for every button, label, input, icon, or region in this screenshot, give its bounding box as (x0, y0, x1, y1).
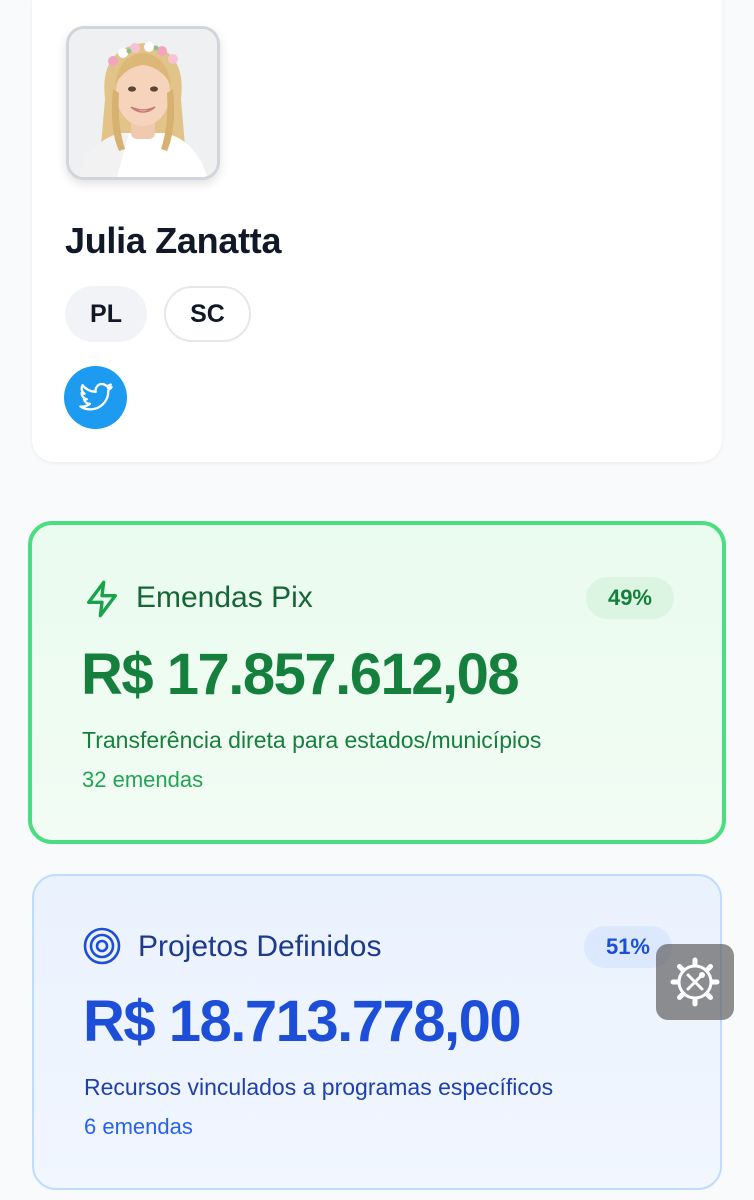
target-icon (83, 927, 121, 965)
state-chip[interactable]: SC (164, 286, 251, 342)
lightning-icon (87, 580, 118, 618)
emendas-pix-card[interactable]: Emendas Pix 49% R$ 17.857.612,08 Transfe… (28, 521, 726, 844)
politician-name: Julia Zanatta (65, 220, 282, 261)
party-chip[interactable]: PL (65, 286, 147, 342)
settings-tools-button[interactable] (656, 944, 734, 1020)
page: Julia Zanatta PL SC Emendas Pix 49% R$ 1… (0, 0, 754, 1200)
avatar (66, 26, 220, 180)
twitter-icon (78, 382, 113, 410)
amount-value: R$ 18.713.778,00 (83, 989, 522, 1054)
percent-badge: 49% (585, 577, 674, 619)
emendas-count: 32 emendas (82, 767, 204, 792)
card-description: Recursos vinculados a programas específi… (84, 1074, 554, 1100)
portrait-image (69, 29, 217, 177)
amount-value: R$ 17.857.612,08 (81, 642, 520, 707)
card-title: Emendas Pix (136, 581, 313, 614)
projetos-definidos-card[interactable]: Projetos Definidos 51% R$ 18.713.778,00 … (32, 874, 722, 1190)
emendas-count: 6 emendas (84, 1114, 193, 1139)
twitter-link[interactable] (64, 366, 127, 429)
settings-tools-icon (670, 957, 720, 1007)
card-title: Projetos Definidos (138, 930, 382, 963)
card-description: Transferência direta para estados/municí… (82, 727, 542, 753)
